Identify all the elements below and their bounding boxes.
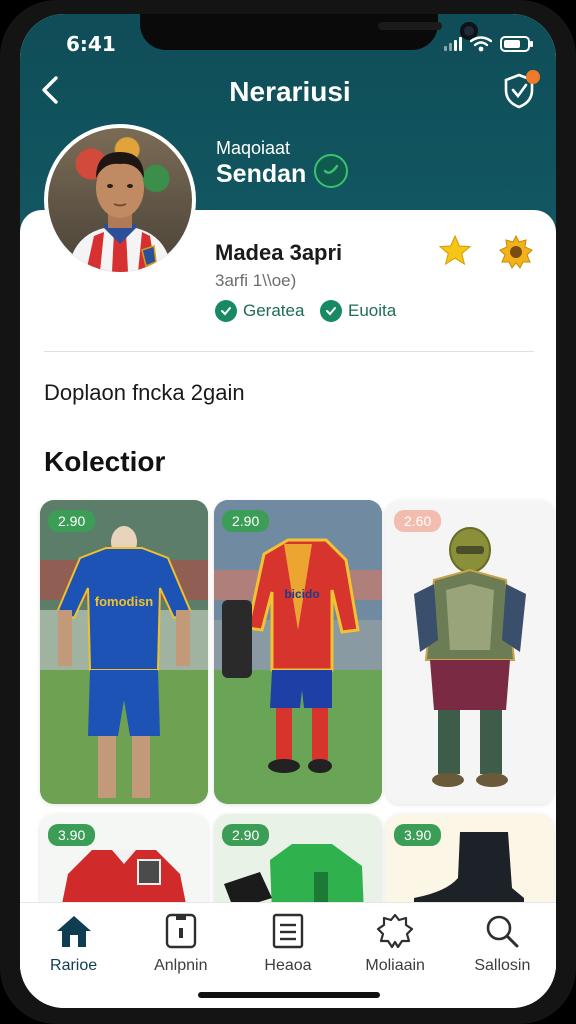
price-badge: 2.90 (222, 824, 270, 846)
search-icon (487, 915, 519, 948)
collection-item[interactable]: 2.60 (386, 500, 554, 804)
price-badge: 2.90 (222, 510, 270, 532)
kit-blue-image: fomodisn (40, 500, 208, 804)
jersey-text: bicido (284, 587, 319, 601)
badge-icon (377, 913, 414, 949)
profile-name: Madea 3apri (215, 240, 343, 265)
check-circle-icon (320, 300, 342, 322)
status-icons (444, 36, 533, 52)
armor-suit-image (386, 500, 554, 804)
speaker (378, 22, 442, 30)
back-button[interactable] (34, 72, 70, 108)
notification-dot (526, 70, 540, 84)
tab-label: Moliaain (365, 957, 425, 974)
home-icon (56, 916, 91, 947)
tab-label: Anlpnin (154, 957, 208, 974)
check-circle-icon (215, 300, 237, 322)
tab-home[interactable]: Rarioe (24, 913, 124, 1008)
collection-title: Kolectior (44, 446, 166, 477)
tab-label: Sallosin (474, 957, 531, 974)
profile-subtitle: 3arfi 1\\oe) (215, 271, 297, 290)
battery-icon (500, 36, 533, 52)
check-icon (323, 164, 339, 174)
divider (44, 351, 534, 352)
price-badge: 2.60 (394, 510, 442, 532)
intro-name: Sendan (216, 160, 307, 188)
signal-icon (444, 37, 462, 51)
collection-item[interactable]: fomodisn 2.90 (40, 500, 208, 804)
star-icon[interactable] (438, 234, 472, 268)
award-icon[interactable] (498, 234, 534, 270)
page-title: Nerariusi (229, 76, 351, 107)
chip-label: Geratea (243, 301, 305, 320)
jersey-text: fomodisn (95, 594, 154, 609)
collection-item[interactable]: 2.90 (214, 814, 382, 914)
app-screen: 6:41 Nerariusi Maqoiaat Sendan Madea 3ap… (20, 14, 556, 1008)
player-portrait (68, 152, 172, 272)
collection-item[interactable]: bicido 2.90 (214, 500, 382, 804)
chip-secondary[interactable]: Euoita (320, 300, 396, 322)
notch (140, 14, 478, 50)
tab-label: Rarioe (50, 957, 98, 974)
chip-primary[interactable]: Geratea (215, 300, 304, 322)
collection-item[interactable]: 3.90 (40, 814, 208, 914)
collection-item[interactable]: 3.90 (386, 814, 554, 914)
phone-frame: 6:41 Nerariusi Maqoiaat Sendan Madea 3ap… (0, 0, 576, 1024)
price-badge: 2.90 (48, 510, 96, 532)
notifications-button[interactable] (502, 70, 540, 110)
chip-label: Euoita (348, 301, 397, 320)
price-badge: 3.90 (394, 824, 442, 846)
profile-description: Doplaon fncka 2gain (44, 380, 245, 405)
verified-badge (314, 154, 348, 188)
avatar-photo (48, 128, 192, 272)
home-indicator[interactable] (198, 992, 380, 998)
price-badge: 3.90 (48, 824, 96, 846)
document-icon (272, 913, 304, 949)
status-time: 6:41 (66, 32, 116, 56)
chevron-left-icon (42, 76, 58, 104)
intro-label: Maqoiaat (216, 138, 291, 158)
avatar[interactable] (44, 124, 196, 276)
wifi-icon (470, 36, 492, 52)
tab-label: Heaoa (264, 957, 312, 974)
tab-search[interactable]: Sallosin (452, 913, 552, 1008)
device-icon (165, 913, 196, 949)
kit-red-yellow-image: bicido (214, 500, 382, 804)
